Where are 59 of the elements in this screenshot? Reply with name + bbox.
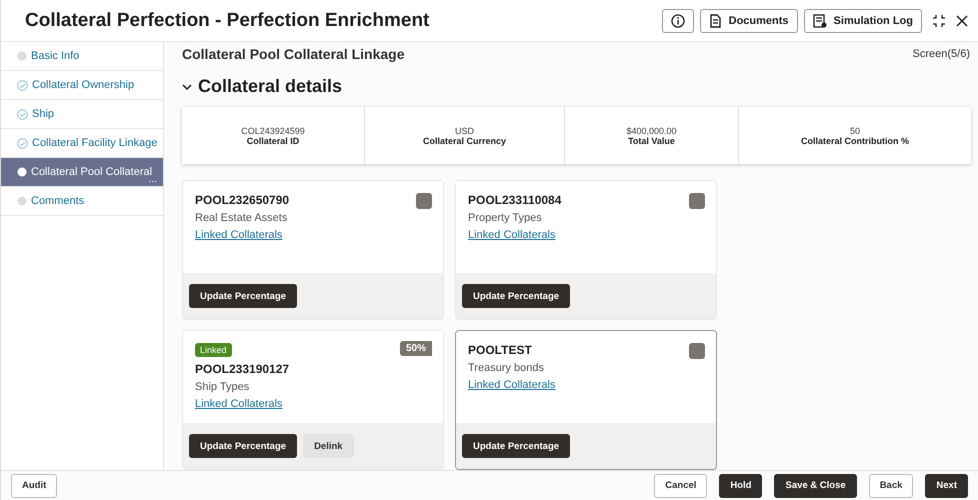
collapse-button[interactable] [932, 14, 946, 28]
pool-id: POOLTEST [468, 343, 532, 357]
summary-value: 50 [850, 126, 860, 136]
screen-counter: Screen(5/6) [912, 48, 970, 60]
update-percentage-button[interactable]: Update Percentage [189, 284, 298, 308]
linked-collaterals-link[interactable]: Linked Collaterals [468, 229, 556, 241]
select-checkbox[interactable] [689, 343, 705, 359]
sidebar-item[interactable]: Collateral Pool Collateral ... [1, 158, 163, 187]
pool-id: POOL233190127 [195, 362, 290, 376]
pool-type: Treasury bonds [468, 362, 544, 374]
log-icon [812, 14, 827, 28]
update-percentage-button[interactable]: Update Percentage [462, 284, 570, 308]
summary-label: Total Value [628, 136, 675, 146]
close-icon [956, 14, 968, 26]
window-title: Collateral Perfection - Perfection Enrichment [25, 10, 430, 32]
simulation-log-button[interactable]: Simulation Log [804, 8, 922, 32]
check-circle-icon [17, 138, 28, 148]
info-button[interactable] [662, 8, 694, 32]
documents-button[interactable]: Documents [700, 8, 798, 32]
linked-collaterals-link[interactable]: Linked Collaterals [195, 229, 282, 241]
footer-button[interactable]: Next [925, 474, 968, 498]
more-indicator: ... [148, 174, 157, 185]
select-checkbox[interactable] [416, 193, 432, 209]
delink-button[interactable]: Delink [303, 434, 354, 458]
document-icon [708, 14, 722, 28]
status-tag: Linked [195, 343, 232, 357]
pool-type: Ship Types [195, 381, 250, 393]
select-checkbox[interactable] [689, 193, 705, 209]
linked-collaterals-link[interactable]: Linked Collaterals [468, 379, 556, 391]
pool-id: POOL232650790 [195, 193, 290, 207]
check-circle-icon [17, 108, 28, 120]
update-percentage-button[interactable]: Update Percentage [462, 434, 570, 458]
summary-label: Collateral Contribution % [801, 136, 909, 146]
audit-button[interactable]: Audit [11, 474, 58, 498]
step-dot-icon [17, 196, 27, 206]
update-percentage-button[interactable]: Update Percentage [189, 434, 298, 458]
check-circle-icon [17, 80, 28, 90]
footer-button[interactable]: Hold [719, 474, 762, 498]
footer-button[interactable]: Back [868, 474, 914, 498]
page-title: Collateral Pool Collateral Linkage [182, 46, 405, 62]
summary-value: USD [454, 126, 474, 136]
close-button[interactable] [956, 14, 968, 26]
footer-button[interactable]: Save & Close [774, 474, 857, 498]
step-dot-icon [17, 167, 27, 177]
summary-label: Collateral Currency [422, 136, 506, 146]
section-toggle[interactable]: Collateral details [182, 76, 970, 97]
pool-type: Property Types [468, 212, 542, 224]
info-icon [670, 14, 685, 28]
chevron-icon [182, 82, 192, 90]
step-dot-icon [17, 51, 27, 61]
pool-type: Real Estate Assets [195, 212, 288, 224]
linked-collaterals-link[interactable]: Linked Collaterals [195, 398, 282, 410]
percent-badge: 50% [400, 341, 432, 356]
footer-button[interactable]: Cancel [654, 474, 708, 498]
pool-id: POOL233110084 [468, 193, 562, 207]
collapse-icon [932, 14, 946, 28]
summary-label: Collateral ID [246, 136, 300, 146]
summary-value: $400,000.00 [626, 126, 677, 136]
summary-value: COL243924599 [241, 126, 305, 136]
